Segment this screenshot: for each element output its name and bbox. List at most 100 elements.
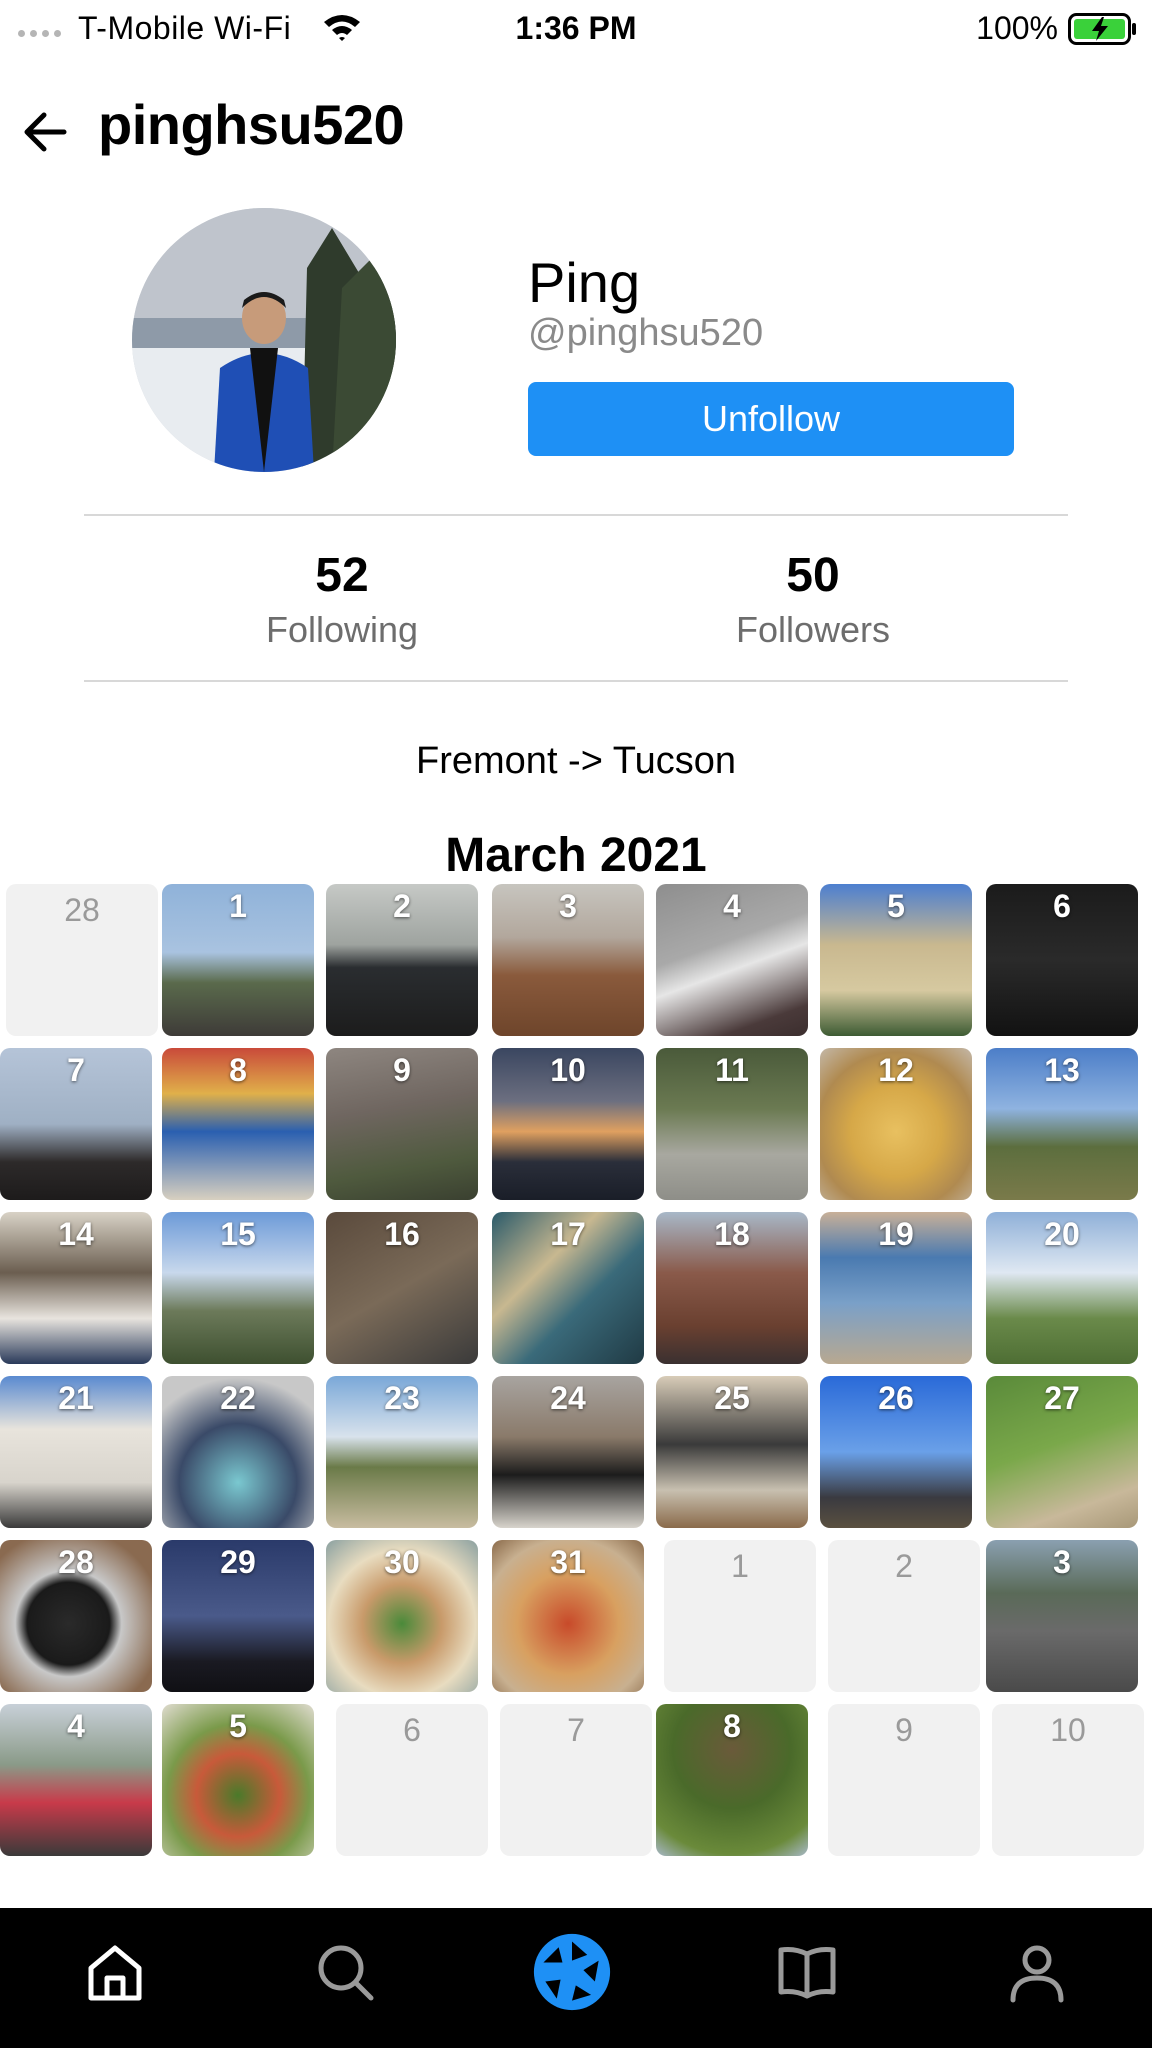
day-number: 8 <box>229 1052 247 1088</box>
day-number: 28 <box>64 892 100 928</box>
calendar-day-empty[interactable]: 7 <box>500 1704 652 1856</box>
calendar-day-photo[interactable]: 12 <box>820 1048 972 1200</box>
day-number: 20 <box>1044 1216 1080 1252</box>
day-number: 9 <box>895 1712 913 1748</box>
day-number: 3 <box>1053 1544 1071 1580</box>
calendar-day-photo[interactable]: 16 <box>326 1212 478 1364</box>
calendar-day-photo[interactable]: 9 <box>326 1048 478 1200</box>
calendar-day-photo[interactable]: 11 <box>656 1048 808 1200</box>
calendar-day-photo[interactable]: 4 <box>0 1704 152 1856</box>
followers-stat[interactable]: 50 Followers <box>683 548 943 651</box>
calendar-day-empty[interactable]: 28 <box>6 884 158 1036</box>
username-handle: @pinghsu520 <box>528 312 764 354</box>
day-number: 4 <box>67 1708 85 1744</box>
battery-charging-icon <box>1068 13 1136 45</box>
followers-count: 50 <box>786 549 840 602</box>
calendar-day-photo[interactable]: 10 <box>492 1048 644 1200</box>
day-number: 26 <box>878 1380 914 1416</box>
calendar-day-empty[interactable]: 10 <box>992 1704 1144 1856</box>
day-number: 6 <box>1053 888 1071 924</box>
day-number: 22 <box>220 1380 256 1416</box>
tab-home[interactable] <box>75 1932 155 2012</box>
calendar-day-photo[interactable]: 27 <box>986 1376 1138 1528</box>
calendar-day-photo[interactable]: 13 <box>986 1048 1138 1200</box>
day-number: 31 <box>550 1544 586 1580</box>
calendar-day-photo[interactable]: 19 <box>820 1212 972 1364</box>
calendar-day-photo[interactable]: 18 <box>656 1212 808 1364</box>
day-number: 10 <box>550 1052 586 1088</box>
calendar-day-photo[interactable]: 1 <box>162 884 314 1036</box>
calendar-day-photo[interactable]: 17 <box>492 1212 644 1364</box>
status-bar: T-Mobile Wi-Fi 1:36 PM 100% <box>0 0 1152 58</box>
day-number: 29 <box>220 1544 256 1580</box>
calendar-month-title: March 2021 <box>445 829 707 882</box>
calendar-day-photo[interactable]: 28 <box>0 1540 152 1692</box>
calendar-day-empty[interactable]: 6 <box>336 1704 488 1856</box>
day-number: 2 <box>393 888 411 924</box>
calendar-day-photo[interactable]: 25 <box>656 1376 808 1528</box>
following-label: Following <box>265 609 419 650</box>
calendar-day-photo[interactable]: 23 <box>326 1376 478 1528</box>
day-number: 2 <box>895 1548 913 1584</box>
calendar-day-photo[interactable]: 24 <box>492 1376 644 1528</box>
day-number: 5 <box>887 888 905 924</box>
day-number: 15 <box>220 1216 256 1252</box>
tab-search[interactable] <box>305 1932 385 2012</box>
profile-header: pinghsu520 <box>0 88 1152 168</box>
day-number: 11 <box>715 1052 749 1088</box>
calendar-day-empty[interactable]: 9 <box>828 1704 980 1856</box>
calendar-day-photo[interactable]: 30 <box>326 1540 478 1692</box>
day-number: 6 <box>403 1712 421 1748</box>
day-number: 23 <box>384 1380 420 1416</box>
unfollow-button[interactable]: Unfollow <box>528 382 1014 456</box>
calendar-day-photo[interactable]: 3 <box>492 884 644 1036</box>
calendar-day-photo[interactable]: 3 <box>986 1540 1138 1692</box>
day-number: 21 <box>58 1380 94 1416</box>
calendar-day-photo[interactable]: 20 <box>986 1212 1138 1364</box>
day-number: 5 <box>229 1708 247 1744</box>
calendar-day-photo[interactable]: 5 <box>162 1704 314 1856</box>
calendar-day-empty[interactable]: 2 <box>828 1540 980 1692</box>
calendar-day-photo[interactable]: 8 <box>162 1048 314 1200</box>
bio: Fremont -> Tucson <box>416 740 736 782</box>
day-number: 24 <box>550 1380 586 1416</box>
calendar-day-photo[interactable]: 7 <box>0 1048 152 1200</box>
home-icon <box>88 1945 142 2001</box>
day-number: 7 <box>67 1052 85 1088</box>
day-number: 13 <box>1044 1052 1080 1088</box>
avatar <box>132 208 396 472</box>
day-number: 9 <box>393 1052 411 1088</box>
calendar-day-photo[interactable]: 15 <box>162 1212 314 1364</box>
calendar-day-photo[interactable]: 22 <box>162 1376 314 1528</box>
day-number: 19 <box>878 1216 914 1252</box>
day-number: 7 <box>567 1712 585 1748</box>
day-number: 1 <box>229 888 247 924</box>
divider <box>84 514 1068 516</box>
calendar-day-photo[interactable]: 4 <box>656 884 808 1036</box>
back-arrow-icon[interactable] <box>18 104 74 160</box>
calendar-day-photo[interactable]: 5 <box>820 884 972 1036</box>
calendar-day-photo[interactable]: 31 <box>492 1540 644 1692</box>
day-number: 4 <box>723 888 741 924</box>
calendar-day-photo[interactable]: 21 <box>0 1376 152 1528</box>
day-number: 18 <box>714 1216 750 1252</box>
calendar-day-photo[interactable]: 26 <box>820 1376 972 1528</box>
tab-camera[interactable] <box>532 1932 612 2012</box>
calendar-day-empty[interactable]: 1 <box>664 1540 816 1692</box>
calendar-day-photo[interactable]: 8 <box>656 1704 808 1856</box>
followers-label: Followers <box>735 609 891 650</box>
day-number: 10 <box>1050 1712 1086 1748</box>
tab-library[interactable] <box>767 1932 847 2012</box>
following-count: 52 <box>315 549 369 602</box>
book-icon <box>778 1947 836 1999</box>
calendar-day-photo[interactable]: 29 <box>162 1540 314 1692</box>
day-number: 25 <box>714 1380 750 1416</box>
calendar-day-photo[interactable]: 6 <box>986 884 1138 1036</box>
bottom-tab-bar <box>0 1908 1152 2048</box>
day-number: 28 <box>58 1544 94 1580</box>
calendar-day-photo[interactable]: 2 <box>326 884 478 1036</box>
day-number: 16 <box>384 1216 420 1252</box>
calendar-day-photo[interactable]: 14 <box>0 1212 152 1364</box>
tab-profile[interactable] <box>997 1932 1077 2012</box>
following-stat[interactable]: 52 Following <box>212 548 472 651</box>
